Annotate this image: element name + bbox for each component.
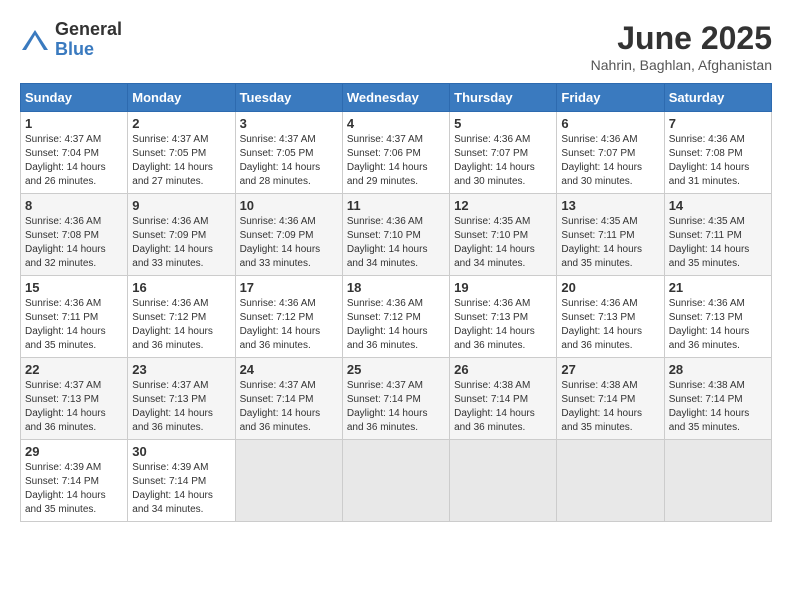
list-item: 4 Sunrise: 4:37 AMSunset: 7:06 PMDayligh… — [342, 112, 449, 194]
location-subtitle: Nahrin, Baghlan, Afghanistan — [591, 57, 772, 73]
header-sunday: Sunday — [21, 84, 128, 112]
list-item: 8 Sunrise: 4:36 AMSunset: 7:08 PMDayligh… — [21, 194, 128, 276]
list-item — [342, 440, 449, 522]
list-item: 3 Sunrise: 4:37 AMSunset: 7:05 PMDayligh… — [235, 112, 342, 194]
table-row: 8 Sunrise: 4:36 AMSunset: 7:08 PMDayligh… — [21, 194, 772, 276]
list-item: 24 Sunrise: 4:37 AMSunset: 7:14 PMDaylig… — [235, 358, 342, 440]
logo-blue-text: Blue — [55, 40, 122, 60]
list-item: 1 Sunrise: 4:37 AMSunset: 7:04 PMDayligh… — [21, 112, 128, 194]
title-section: June 2025 Nahrin, Baghlan, Afghanistan — [591, 20, 772, 73]
list-item: 11 Sunrise: 4:36 AMSunset: 7:10 PMDaylig… — [342, 194, 449, 276]
list-item: 12 Sunrise: 4:35 AMSunset: 7:10 PMDaylig… — [450, 194, 557, 276]
list-item: 5 Sunrise: 4:36 AMSunset: 7:07 PMDayligh… — [450, 112, 557, 194]
header-tuesday: Tuesday — [235, 84, 342, 112]
list-item: 25 Sunrise: 4:37 AMSunset: 7:14 PMDaylig… — [342, 358, 449, 440]
header-monday: Monday — [128, 84, 235, 112]
list-item: 22 Sunrise: 4:37 AMSunset: 7:13 PMDaylig… — [21, 358, 128, 440]
list-item: 9 Sunrise: 4:36 AMSunset: 7:09 PMDayligh… — [128, 194, 235, 276]
list-item: 6 Sunrise: 4:36 AMSunset: 7:07 PMDayligh… — [557, 112, 664, 194]
page-header: General Blue June 2025 Nahrin, Baghlan, … — [20, 20, 772, 73]
list-item: 2 Sunrise: 4:37 AMSunset: 7:05 PMDayligh… — [128, 112, 235, 194]
table-row: 1 Sunrise: 4:37 AMSunset: 7:04 PMDayligh… — [21, 112, 772, 194]
list-item: 18 Sunrise: 4:36 AMSunset: 7:12 PMDaylig… — [342, 276, 449, 358]
list-item: 19 Sunrise: 4:36 AMSunset: 7:13 PMDaylig… — [450, 276, 557, 358]
header-saturday: Saturday — [664, 84, 771, 112]
header-friday: Friday — [557, 84, 664, 112]
list-item: 16 Sunrise: 4:36 AMSunset: 7:12 PMDaylig… — [128, 276, 235, 358]
table-row: 15 Sunrise: 4:36 AMSunset: 7:11 PMDaylig… — [21, 276, 772, 358]
list-item: 21 Sunrise: 4:36 AMSunset: 7:13 PMDaylig… — [664, 276, 771, 358]
list-item: 26 Sunrise: 4:38 AMSunset: 7:14 PMDaylig… — [450, 358, 557, 440]
calendar-header-row: Sunday Monday Tuesday Wednesday Thursday… — [21, 84, 772, 112]
list-item: 20 Sunrise: 4:36 AMSunset: 7:13 PMDaylig… — [557, 276, 664, 358]
list-item: 17 Sunrise: 4:36 AMSunset: 7:12 PMDaylig… — [235, 276, 342, 358]
table-row: 29 Sunrise: 4:39 AMSunset: 7:14 PMDaylig… — [21, 440, 772, 522]
list-item: 27 Sunrise: 4:38 AMSunset: 7:14 PMDaylig… — [557, 358, 664, 440]
list-item: 29 Sunrise: 4:39 AMSunset: 7:14 PMDaylig… — [21, 440, 128, 522]
logo: General Blue — [20, 20, 122, 60]
list-item — [450, 440, 557, 522]
list-item: 30 Sunrise: 4:39 AMSunset: 7:14 PMDaylig… — [128, 440, 235, 522]
list-item — [664, 440, 771, 522]
calendar-table: Sunday Monday Tuesday Wednesday Thursday… — [20, 83, 772, 522]
list-item: 13 Sunrise: 4:35 AMSunset: 7:11 PMDaylig… — [557, 194, 664, 276]
list-item: 7 Sunrise: 4:36 AMSunset: 7:08 PMDayligh… — [664, 112, 771, 194]
month-year-title: June 2025 — [591, 20, 772, 57]
header-wednesday: Wednesday — [342, 84, 449, 112]
logo-text: General Blue — [55, 20, 122, 60]
logo-icon — [20, 25, 50, 55]
list-item: 10 Sunrise: 4:36 AMSunset: 7:09 PMDaylig… — [235, 194, 342, 276]
list-item: 15 Sunrise: 4:36 AMSunset: 7:11 PMDaylig… — [21, 276, 128, 358]
list-item: 14 Sunrise: 4:35 AMSunset: 7:11 PMDaylig… — [664, 194, 771, 276]
header-thursday: Thursday — [450, 84, 557, 112]
logo-general-text: General — [55, 20, 122, 40]
list-item: 28 Sunrise: 4:38 AMSunset: 7:14 PMDaylig… — [664, 358, 771, 440]
list-item — [557, 440, 664, 522]
list-item: 23 Sunrise: 4:37 AMSunset: 7:13 PMDaylig… — [128, 358, 235, 440]
table-row: 22 Sunrise: 4:37 AMSunset: 7:13 PMDaylig… — [21, 358, 772, 440]
list-item — [235, 440, 342, 522]
